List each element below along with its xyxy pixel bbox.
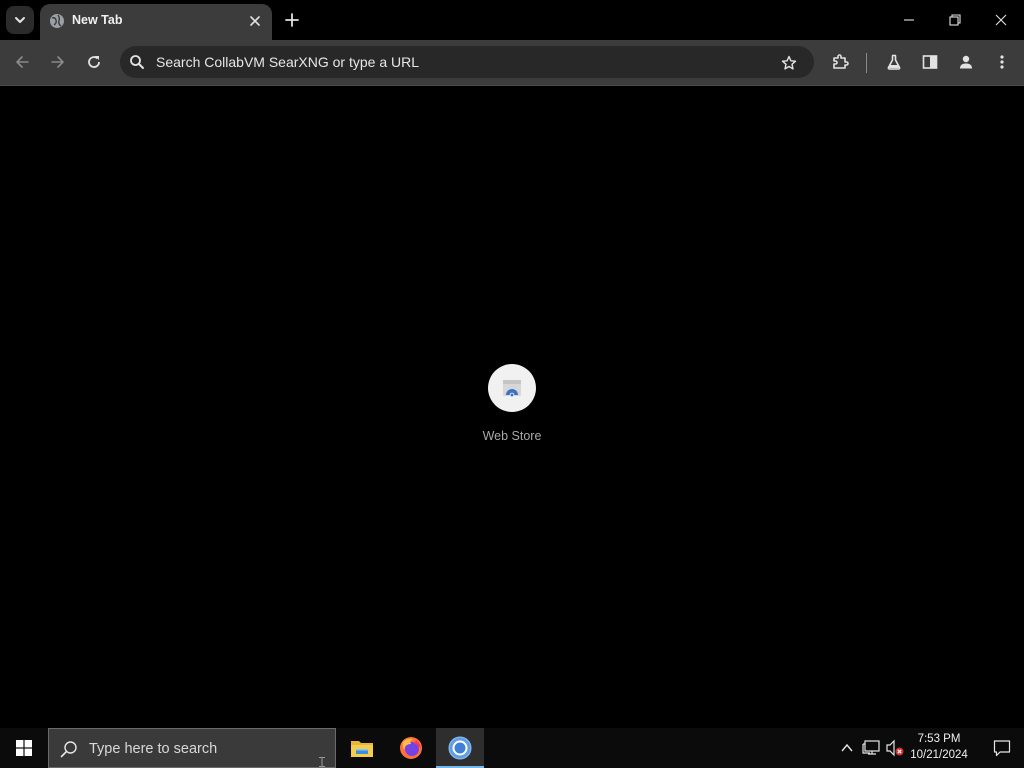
- chevron-up-icon: [841, 743, 853, 752]
- firefox-icon: [400, 737, 422, 759]
- minimize-icon: [904, 19, 914, 21]
- show-hidden-icons-button[interactable]: [837, 738, 857, 758]
- chevron-down-icon: [15, 17, 25, 23]
- extensions-button[interactable]: [825, 47, 855, 77]
- start-button[interactable]: [0, 728, 48, 768]
- labs-button[interactable]: [879, 47, 909, 77]
- search-icon: [60, 741, 77, 758]
- side-panel-button[interactable]: [915, 47, 945, 77]
- arrow-left-icon: [16, 56, 29, 68]
- search-icon: [130, 55, 144, 69]
- plus-icon: [285, 13, 299, 27]
- folder-icon: [351, 741, 373, 757]
- star-icon: [781, 55, 797, 70]
- toolbar-separator: [866, 53, 867, 73]
- clock-date: 10/21/2024: [910, 749, 968, 761]
- taskbar-firefox[interactable]: [387, 728, 435, 768]
- windows-taskbar: Type here to search 7:53 PM 10/21/2024: [0, 728, 1024, 768]
- person-icon: [960, 55, 972, 69]
- kebab-menu-icon: [1000, 55, 1004, 69]
- windows-logo-icon: [16, 740, 32, 756]
- taskbar-search-placeholder: Type here to search: [89, 741, 218, 757]
- new-tab-page: Web Store: [0, 87, 1024, 728]
- system-clock[interactable]: 7:53 PM 10/21/2024: [902, 731, 976, 765]
- arrow-right-icon: [51, 56, 64, 68]
- taskbar-file-explorer[interactable]: [338, 728, 386, 768]
- minimize-button[interactable]: [886, 0, 932, 40]
- tab-search-button[interactable]: [6, 6, 34, 34]
- network-tray-button[interactable]: [861, 738, 881, 758]
- shortcut-web-store[interactable]: Web Store: [472, 364, 552, 450]
- action-center-button[interactable]: [980, 728, 1024, 768]
- tab-new-tab[interactable]: New Tab: [40, 4, 272, 40]
- restore-icon: [949, 14, 961, 26]
- forward-button[interactable]: [43, 47, 73, 77]
- tab-close-button[interactable]: [245, 11, 265, 31]
- chrome-icon: [448, 736, 472, 760]
- puzzle-icon: [833, 54, 849, 69]
- notification-icon: [993, 740, 1011, 757]
- bookmark-button[interactable]: [778, 52, 800, 74]
- flask-icon: [887, 54, 901, 70]
- close-icon: [250, 16, 260, 26]
- browser-toolbar: [0, 40, 1024, 86]
- profile-button[interactable]: [951, 47, 981, 77]
- close-icon: [995, 14, 1007, 26]
- back-button[interactable]: [7, 47, 37, 77]
- restore-button[interactable]: [932, 0, 978, 40]
- omnibox-input[interactable]: [156, 46, 756, 78]
- clock-time: 7:53 PM: [917, 733, 961, 745]
- shortcut-icon-container: [488, 364, 536, 412]
- taskbar-chrome[interactable]: [436, 728, 484, 768]
- tab-title: New Tab: [72, 13, 123, 27]
- text-cursor-icon: [319, 757, 325, 767]
- web-store-icon: [503, 380, 521, 398]
- shortcut-label: Web Store: [482, 429, 542, 443]
- reload-icon: [88, 56, 100, 68]
- new-tab-button[interactable]: [280, 8, 304, 32]
- omnibox[interactable]: [120, 46, 814, 78]
- network-icon: [862, 740, 880, 755]
- side-panel-icon: [922, 55, 938, 69]
- taskbar-search-box[interactable]: Type here to search: [48, 728, 336, 768]
- menu-button[interactable]: [987, 47, 1017, 77]
- close-window-button[interactable]: [978, 0, 1024, 40]
- tab-strip: New Tab: [0, 0, 1024, 40]
- reload-button[interactable]: [79, 47, 109, 77]
- globe-icon: [50, 14, 64, 28]
